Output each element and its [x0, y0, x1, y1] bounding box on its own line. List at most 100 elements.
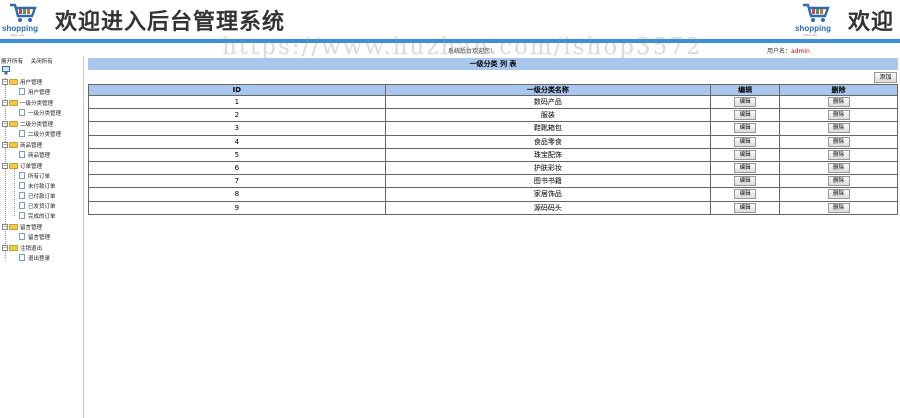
row-id: 4 — [88, 134, 386, 149]
table-row: 4 食品零食 编辑 删除 — [88, 134, 898, 149]
edit-cell: 编辑 — [710, 200, 781, 215]
tree-item-unpaid-orders[interactable]: 未付款订单 — [19, 181, 56, 190]
delete-cell: 删除 — [779, 108, 898, 123]
brand-sub: online cart — [10, 33, 24, 37]
edit-button[interactable]: 编辑 — [734, 202, 757, 213]
tree-item-label: 退出登录 — [28, 255, 51, 262]
edit-button[interactable]: 编辑 — [734, 110, 757, 121]
edit-button[interactable]: 编辑 — [734, 176, 757, 187]
page-icon — [19, 88, 25, 95]
tree-group-level1[interactable]: − 一级分类管理 — [2, 98, 53, 107]
table-caption: 一级分类 列 表 — [88, 58, 898, 70]
user-info: 用户名：admin — [767, 46, 810, 55]
tree-item-user-manage[interactable]: 用户管理 — [19, 87, 50, 96]
delete-button[interactable]: 删除 — [827, 189, 850, 200]
expand-all-link[interactable]: 展开所有 — [1, 59, 23, 65]
row-name: 鞋靴箱包 — [384, 121, 712, 136]
edit-cell: 编辑 — [710, 94, 781, 110]
delete-button[interactable]: 删除 — [827, 123, 850, 134]
edit-cell: 编辑 — [710, 187, 781, 202]
sidebar-tree: 展开所有 关闭所有 − 用户管理 用户管理 − 一级分类管理 一级分类管理 − 二级分… — [0, 56, 84, 418]
edit-cell: 编辑 — [710, 174, 781, 189]
page-icon — [19, 109, 25, 116]
edit-button[interactable]: 编辑 — [734, 123, 757, 134]
row-name: 源码码头 — [384, 200, 712, 215]
shopping-logo-right: shopping online cart — [795, 2, 837, 37]
row-id: 9 — [88, 200, 386, 215]
page-icon — [19, 182, 25, 189]
tree-item-label: 已付款订单 — [28, 193, 56, 200]
computer-icon — [2, 66, 10, 75]
row-id: 7 — [88, 174, 386, 189]
collapse-icon[interactable]: − — [2, 162, 8, 169]
delete-button[interactable]: 删除 — [827, 110, 850, 121]
collapse-icon[interactable]: − — [2, 223, 8, 230]
tree-item-product-manage[interactable]: 商品管理 — [19, 150, 50, 159]
page-icon — [19, 130, 25, 137]
delete-button[interactable]: 删除 — [827, 176, 850, 187]
tree-item-shipped-orders[interactable]: 已发货订单 — [19, 201, 56, 210]
row-name: 珠宝配饰 — [384, 147, 712, 162]
delete-cell: 删除 — [779, 134, 898, 149]
table-row: 5 珠宝配饰 编辑 删除 — [88, 147, 898, 162]
row-name: 服装 — [384, 108, 712, 123]
tree-item-completed-orders[interactable]: 完成的订单 — [19, 211, 56, 220]
delete-button[interactable]: 删除 — [827, 149, 850, 160]
table-row: 3 鞋靴箱包 编辑 删除 — [88, 121, 898, 136]
page-icon — [19, 254, 25, 261]
collapse-icon[interactable]: − — [2, 244, 8, 251]
edit-button[interactable]: 编辑 — [734, 136, 757, 147]
tree-item-label: 用户管理 — [28, 89, 51, 96]
add-button[interactable]: 添加 — [874, 72, 897, 83]
tree-group-orders[interactable]: − 订单管理 — [2, 161, 42, 170]
delete-button[interactable]: 删除 — [827, 163, 850, 174]
delete-button[interactable]: 删除 — [827, 97, 850, 108]
tree-group-logout[interactable]: − 注销退出 — [2, 243, 42, 252]
edit-button[interactable]: 编辑 — [734, 189, 757, 200]
brand-name: shopping — [2, 24, 38, 33]
tree-item-level2-manage[interactable]: 二级分类管理 — [19, 129, 61, 138]
tree-item-label: 留言管理 — [28, 234, 51, 241]
tree-group-label: 用户管理 — [20, 79, 43, 86]
tree-item-paid-orders[interactable]: 已付款订单 — [19, 191, 56, 200]
edit-button[interactable]: 编辑 — [734, 163, 757, 174]
tree-item-all-orders[interactable]: 所有订单 — [19, 171, 50, 180]
header: shopping online cart 欢迎进入后台管理系统 shopping… — [0, 0, 900, 40]
delete-cell: 删除 — [779, 121, 898, 136]
row-name: 图书书籍 — [384, 174, 712, 189]
tree-group-label: 订单管理 — [20, 163, 43, 170]
delete-button[interactable]: 删除 — [827, 202, 850, 213]
collapse-icon[interactable]: − — [2, 141, 8, 148]
table-row: 1 数码产品 编辑 删除 — [88, 94, 898, 110]
page-icon — [19, 172, 25, 179]
tree-item-logout[interactable]: 退出登录 — [19, 253, 50, 262]
row-name: 食品零食 — [384, 134, 712, 149]
row-id: 3 — [88, 121, 386, 136]
col-id: ID — [88, 84, 386, 96]
tree-group-messages[interactable]: − 留言管理 — [2, 222, 42, 231]
collapse-icon[interactable]: − — [2, 99, 8, 106]
tree-group-level2[interactable]: − 二级分类管理 — [2, 119, 53, 128]
shopping-logo: shopping online cart — [2, 2, 44, 37]
welcome-text: 系统后台欢迎您! — [448, 48, 493, 55]
edit-button[interactable]: 编辑 — [734, 97, 757, 108]
tree-group-label: 注销退出 — [20, 245, 43, 252]
edit-button[interactable]: 编辑 — [734, 149, 757, 160]
delete-cell: 删除 — [779, 160, 898, 176]
tree-item-level1-manage[interactable]: 一级分类管理 — [19, 108, 61, 117]
collapse-all-link[interactable]: 关闭所有 — [31, 59, 53, 65]
collapse-icon[interactable]: − — [2, 78, 8, 85]
tree-group-label: 二级分类管理 — [20, 121, 54, 128]
folder-icon — [9, 162, 18, 169]
cart-icon — [10, 3, 37, 22]
folder-icon — [9, 141, 18, 148]
edit-cell: 编辑 — [710, 160, 781, 176]
delete-button[interactable]: 删除 — [827, 136, 850, 147]
row-name: 家居饰品 — [384, 187, 712, 202]
status-bar: 系统后台欢迎您! 用户名：admin — [0, 43, 900, 55]
collapse-icon[interactable]: − — [2, 120, 8, 127]
tree-item-message-manage[interactable]: 留言管理 — [19, 232, 50, 241]
tree-group-users[interactable]: − 用户管理 — [2, 77, 42, 86]
row-id: 1 — [88, 94, 386, 110]
tree-group-products[interactable]: − 商品管理 — [2, 140, 42, 149]
